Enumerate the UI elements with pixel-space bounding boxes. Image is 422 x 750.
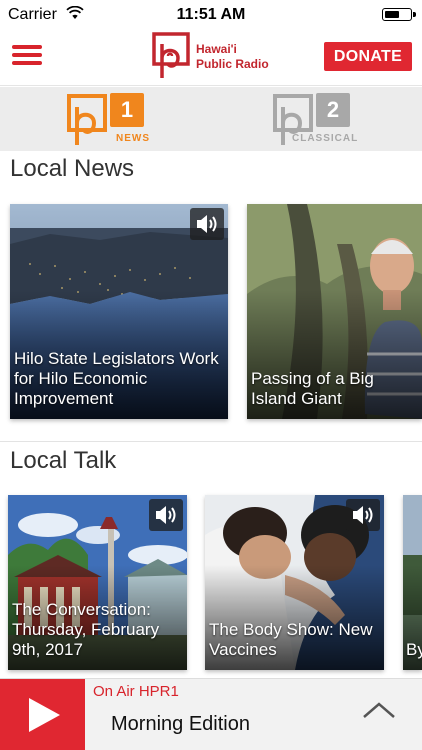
hpr-logo: Hawai'i Public Radio [152,32,282,80]
now-playing-bar: On Air HPR1 Morning Edition [0,678,422,750]
app-header: Hawai'i Public Radio DONATE [0,28,422,86]
station-tab-news[interactable]: 1 NEWS [64,91,154,147]
audio-icon[interactable] [149,499,183,531]
logo-line2: Public Radio [196,57,269,71]
station-label: NEWS [116,133,150,144]
station-switcher: 1 NEWS 2 CLASSICAL [0,87,422,151]
hpr-news-mark-icon [67,94,107,145]
section-title-local-news: Local News [10,155,135,182]
chevron-up-icon[interactable] [362,699,396,723]
station-number: 1 [110,93,144,127]
status-bar: Carrier 11:51 AM [0,0,422,28]
card-caption: Hilo State Legislators Work for Hilo Eco… [14,349,219,408]
station-number: 2 [316,93,350,127]
audio-icon[interactable] [346,499,380,531]
section-title-local-talk: Local Talk [10,447,117,474]
logo-line1: Hawai'i [196,42,237,56]
play-icon [29,698,60,732]
talk-card[interactable]: By Po Ag [403,495,422,670]
audio-icon[interactable] [190,208,224,240]
donate-button[interactable]: DONATE [324,42,412,71]
card-caption: Passing of a Big Island Giant [251,369,374,408]
talk-card[interactable]: The Conversation: Thursday, February 9th… [8,495,187,670]
on-air-label: On Air HPR1 [93,683,179,700]
play-button[interactable] [0,679,85,750]
section-divider [0,441,422,442]
news-card[interactable]: Passing of a Big Island Giant [247,204,422,419]
station-tab-classical[interactable]: 2 CLASSICAL [270,91,360,147]
station-label: CLASSICAL [292,133,359,144]
card-caption: The Conversation: Thursday, February 9th… [12,600,160,659]
clock: 11:51 AM [176,6,246,23]
talk-card[interactable]: The Body Show: New Vaccines [205,495,384,670]
card-caption: The Body Show: New Vaccines [209,620,373,659]
program-title: Morning Edition [111,713,250,735]
news-card[interactable]: Hilo State Legislators Work for Hilo Eco… [10,204,228,419]
battery-icon [382,8,416,21]
card-caption: By Po Ag [406,640,422,659]
menu-icon[interactable] [12,43,42,67]
hpr-logo-mark-icon [152,32,190,78]
